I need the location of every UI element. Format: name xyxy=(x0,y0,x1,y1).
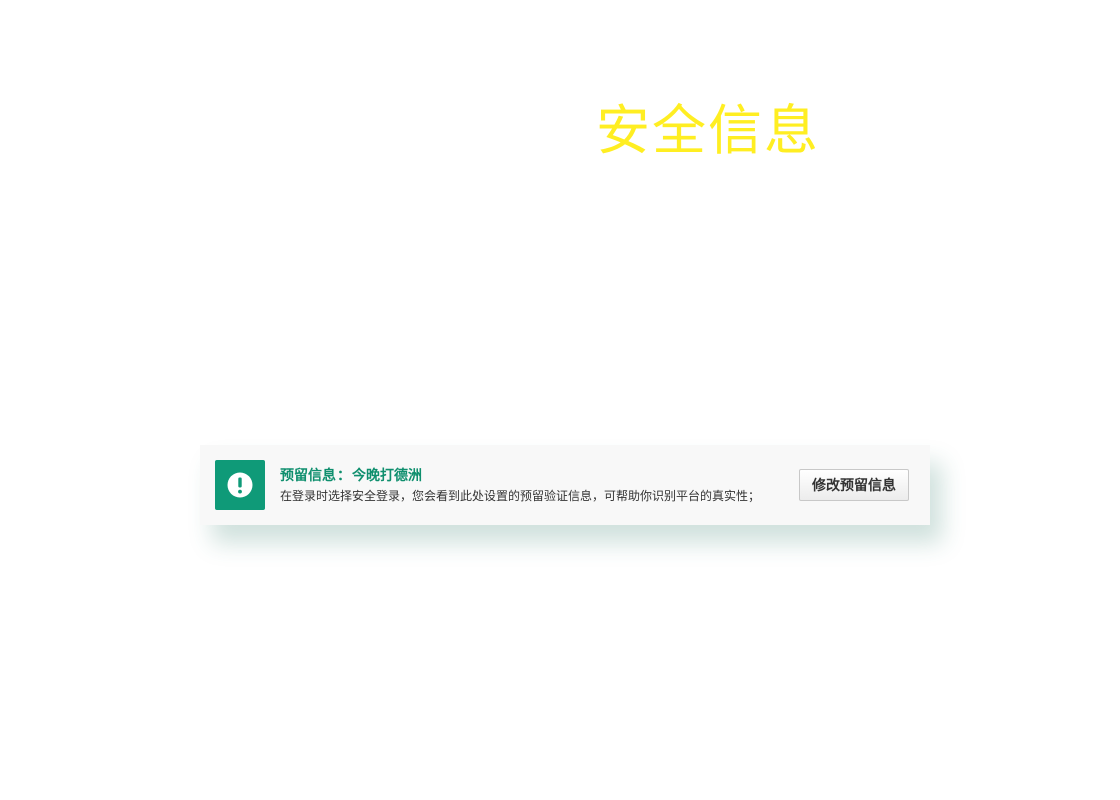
reserved-info-label: 预留信息 xyxy=(280,468,336,484)
reserved-info-title: 预留信息：今晚打德洲 xyxy=(280,465,422,485)
edit-reserved-info-button[interactable]: 修改预留信息 xyxy=(799,469,909,501)
reserved-info-description: 在登录时选择安全登录，您会看到此处设置的预留验证信息，可帮助你识别平台的真实性； xyxy=(280,489,761,503)
security-info-page: 安全信息 预留信息：今晚打德洲 在登录时选择安全登录，您会看到此处设置的预留验证… xyxy=(0,0,1120,800)
page-title: 安全信息 xyxy=(596,99,820,162)
reserved-info-notice: 预留信息：今晚打德洲 在登录时选择安全登录，您会看到此处设置的预留验证信息，可帮… xyxy=(200,445,930,525)
exclamation-circle-icon xyxy=(215,460,265,510)
reserved-info-separator: ： xyxy=(337,468,351,484)
reserved-info-value: 今晚打德洲 xyxy=(352,468,422,484)
